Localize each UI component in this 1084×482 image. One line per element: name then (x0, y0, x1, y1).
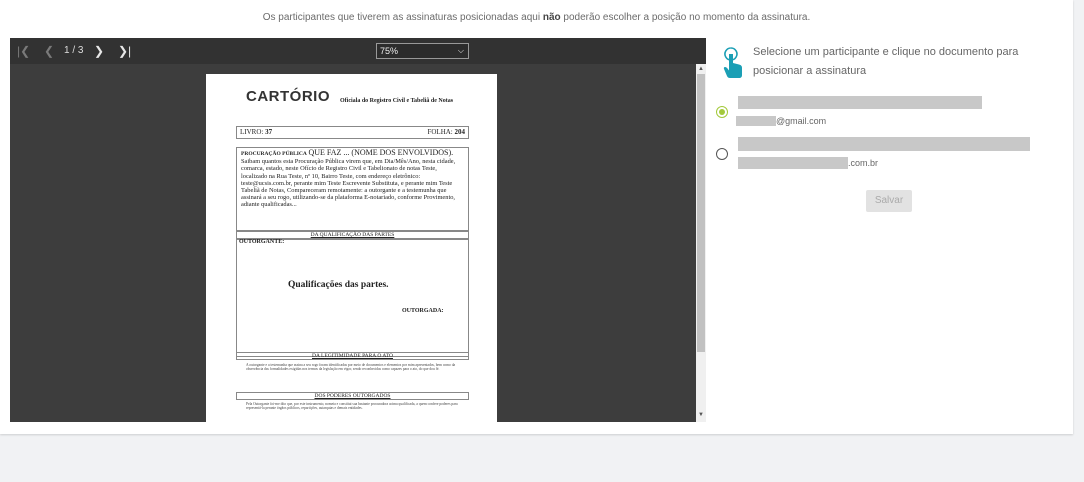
document-page[interactable]: CARTÓRIO Oficiala do Registro Civil e Ta… (206, 74, 497, 422)
section-qualificacao: DA QUALIFICAÇÃO DAS PARTES (236, 231, 469, 239)
legitimidade-text: A outorgante e a testemunha que assina a… (246, 363, 456, 372)
scroll-up-icon[interactable]: ▲ (698, 66, 704, 72)
outorgada-label: OUTORGADA: (402, 308, 444, 314)
main-card: Os participantes que tiverem as assinatu… (0, 0, 1073, 434)
zoom-select[interactable]: 75% ⌵ (376, 43, 469, 59)
next-page-icon[interactable]: ❯ (94, 43, 104, 59)
pdf-toolbar: |❮ ❮ 1 / 3 ❯ ❯| 75% ⌵ (10, 38, 706, 64)
section-legitimidade: DA LEGITIMIDADE PARA O ATO (236, 352, 469, 360)
section-poderes: DOS PODERES OUTORGADOS (236, 392, 469, 400)
qualificacoes-text: Qualificações das partes. (288, 280, 389, 290)
livro-folha-row: LIVRO: 37 FOLHA: 204 (236, 126, 469, 139)
page-indicator: 1 / 3 (64, 45, 84, 56)
participant-email-redacted (736, 116, 776, 126)
first-page-icon[interactable]: |❮ (17, 43, 30, 59)
participant-name-redacted (738, 96, 982, 109)
poderes-text: Pela Outorgante foi-me dito que, por est… (246, 402, 458, 411)
procuracao-box: PROCURAÇÃO PÚBLICA QUE FAZ ... (NOME DOS… (236, 147, 469, 231)
participant-email: @gmail.com (776, 116, 827, 126)
participant-name-redacted (738, 137, 1030, 151)
positioning-notice: Os participantes que tiverem as assinatu… (262, 12, 811, 23)
pdf-viewer[interactable]: |❮ ❮ 1 / 3 ❯ ❯| 75% ⌵ CARTÓRIO Oficiala d… (10, 38, 706, 422)
office-name: Oficiala do Registro Civil e Tabeliã de … (340, 98, 454, 104)
participant-radio[interactable] (716, 148, 728, 160)
hand-pointer-icon (723, 47, 742, 78)
qualificacao-box (236, 239, 469, 357)
participant-email-redacted (738, 157, 848, 169)
cartorio-logo: CARTÓRIO (246, 88, 330, 105)
participant-radio-selected[interactable] (716, 106, 728, 118)
participant-email: .com.br (848, 158, 879, 168)
last-page-icon[interactable]: ❯| (118, 43, 131, 59)
previous-page-icon[interactable]: ❮ (44, 43, 54, 59)
scroll-down-icon[interactable]: ▼ (698, 412, 704, 418)
chevron-down-icon: ⌵ (457, 46, 464, 55)
outorgante-label: OUTORGANTE: (239, 239, 285, 245)
scrollbar-thumb[interactable] (697, 74, 705, 352)
save-button[interactable]: Salvar (866, 190, 912, 212)
instruction-text: Selecione um participante e clique no do… (753, 46, 1019, 77)
